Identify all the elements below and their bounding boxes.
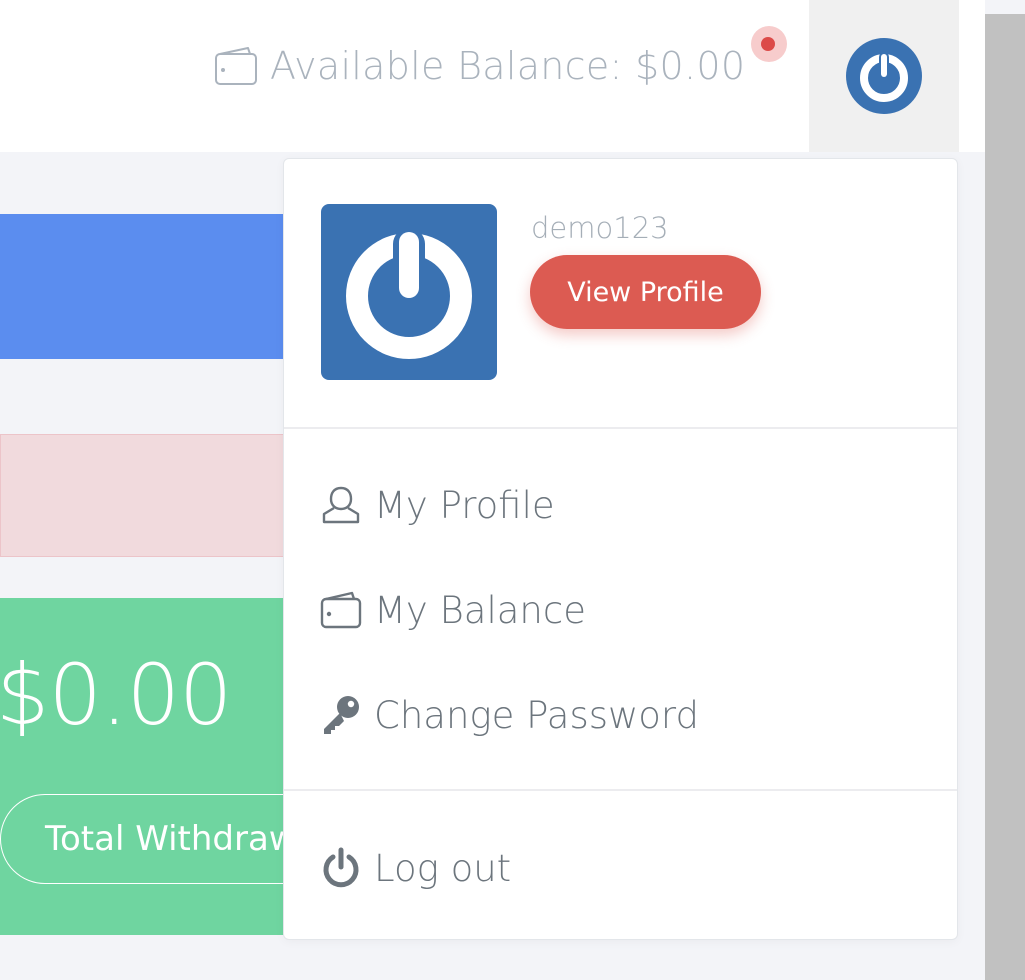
wallet-icon — [215, 47, 257, 85]
balance-label: Available Balance: $0.00 — [270, 44, 746, 88]
available-balance: Available Balance: $0.00 — [214, 36, 745, 96]
key-icon — [324, 696, 359, 734]
user-menu-button[interactable] — [809, 0, 959, 152]
menu-item-my-profile[interactable]: My Profile — [320, 475, 555, 535]
power-logo-icon — [846, 38, 922, 114]
menu-item-label: My Profile — [374, 483, 555, 527]
menu-item-change-password[interactable]: Change Password — [320, 685, 699, 745]
blue-card — [0, 214, 290, 359]
top-navbar: Available Balance: $0.00 — [0, 0, 985, 152]
pink-card — [0, 434, 290, 557]
total-withdraw-amount: $0.00 — [0, 646, 232, 744]
divider — [284, 427, 957, 429]
wallet-icon — [320, 591, 362, 629]
scrollbar[interactable] — [985, 14, 1025, 980]
menu-item-label: Log out — [374, 846, 512, 890]
divider — [284, 789, 957, 791]
menu-item-log-out[interactable]: Log out — [320, 838, 511, 898]
user-dropdown-menu: demo123 View Profile My Profile My Balan… — [283, 158, 958, 940]
menu-item-my-balance[interactable]: My Balance — [320, 580, 586, 640]
view-profile-button[interactable]: View Profile — [530, 255, 761, 329]
power-icon — [323, 847, 359, 888]
profile-avatar — [321, 204, 497, 380]
user-icon — [322, 486, 360, 524]
username: demo123 — [531, 211, 669, 245]
notification-dot-icon[interactable] — [751, 26, 787, 62]
menu-item-label: My Balance — [374, 588, 586, 632]
total-withdraw-button[interactable]: Total Withdraw — [0, 794, 330, 884]
menu-item-label: Change Password — [374, 693, 699, 737]
